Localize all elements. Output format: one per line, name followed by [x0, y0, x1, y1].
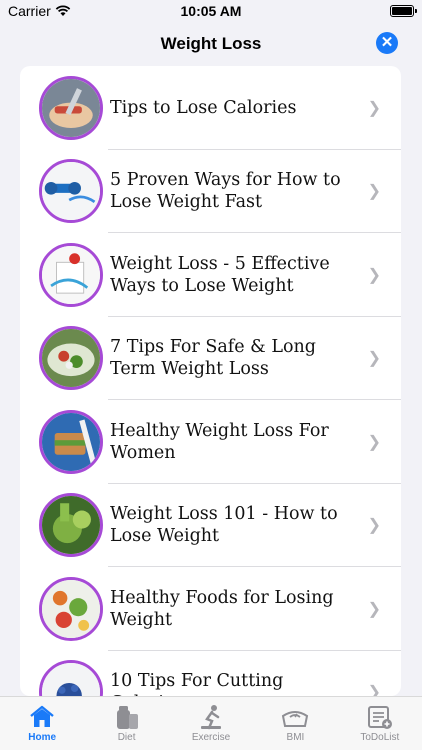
- article-thumbnail: [39, 159, 103, 224]
- article-thumbnail: [39, 493, 103, 558]
- article-title: Healthy Foods for Losing Weight: [110, 587, 334, 630]
- article-title: Weight Loss 101 - How to Lose Weight: [110, 504, 338, 547]
- page-title: Weight Loss: [160, 34, 262, 53]
- chevron-right-icon: ❯: [367, 600, 381, 618]
- navigation-bar: Weight Loss ✕: [0, 22, 422, 66]
- tab-todolist[interactable]: ToDoList: [338, 697, 422, 750]
- tab-bar: Home Diet Exercise BMI ToDoList: [0, 696, 422, 750]
- tab-label: ToDoList: [360, 732, 400, 743]
- chevron-right-icon: ❯: [367, 350, 381, 368]
- scale-icon: [282, 711, 309, 727]
- chevron-right-icon: ❯: [367, 183, 381, 201]
- article-list: Tips to Lose Calories ❯ 5 Proven Ways fo…: [20, 66, 401, 696]
- tab-home[interactable]: Home: [0, 697, 84, 750]
- article-title: 7 Tips For Safe & Long Term Weight Loss: [110, 337, 316, 380]
- article-row[interactable]: 5 Proven Ways for How to Lose Weight Fas…: [20, 150, 401, 233]
- chevron-right-icon: ❯: [367, 517, 381, 535]
- article-row[interactable]: 10 Tips For Cutting Calories ❯: [20, 651, 401, 696]
- tab-label: BMI: [286, 732, 305, 743]
- status-bar: Carrier 10:05 AM: [0, 0, 422, 22]
- home-icon: [30, 705, 54, 727]
- article-row[interactable]: Healthy Foods for Losing Weight ❯: [20, 567, 401, 651]
- article-thumbnail: [39, 75, 103, 140]
- chevron-right-icon: ❯: [367, 99, 381, 117]
- article-thumbnail: [39, 409, 103, 474]
- article-thumbnail: [39, 242, 103, 307]
- article-thumbnail: [39, 576, 103, 641]
- exercise-icon: [201, 705, 222, 730]
- article-row[interactable]: Weight Loss - 5 Effective Ways to Lose W…: [20, 233, 401, 317]
- tab-label: Home: [28, 732, 57, 743]
- tab-exercise[interactable]: Exercise: [169, 697, 253, 750]
- todo-icon: [367, 706, 392, 729]
- battery-icon: [390, 5, 417, 17]
- article-title: Tips to Lose Calories: [110, 97, 297, 118]
- article-row[interactable]: Tips to Lose Calories ❯: [20, 66, 401, 150]
- close-icon: ✕: [380, 34, 394, 51]
- article-title: 5 Proven Ways for How to Lose Weight Fas…: [110, 170, 341, 213]
- chevron-right-icon: ❯: [367, 433, 381, 451]
- article-thumbnail: [39, 326, 103, 391]
- status-time: 10:05 AM: [180, 3, 242, 19]
- article-row[interactable]: Healthy Weight Loss For Women ❯: [20, 400, 401, 484]
- article-title: Healthy Weight Loss For Women: [110, 420, 329, 463]
- chevron-right-icon: ❯: [367, 684, 381, 696]
- diet-icon: [116, 706, 138, 729]
- article-title: 10 Tips For Cutting Calories: [110, 671, 284, 696]
- article-thumbnail: [39, 660, 103, 696]
- chevron-right-icon: ❯: [367, 266, 381, 284]
- article-row[interactable]: Weight Loss 101 - How to Lose Weight ❯: [20, 484, 401, 567]
- tab-label: Exercise: [191, 732, 231, 743]
- article-row[interactable]: 7 Tips For Safe & Long Term Weight Loss …: [20, 317, 401, 400]
- tab-diet[interactable]: Diet: [84, 697, 168, 750]
- tab-label: Diet: [117, 732, 136, 743]
- article-title: Weight Loss - 5 Effective Ways to Lose W…: [110, 253, 330, 296]
- tab-bmi[interactable]: BMI: [253, 697, 337, 750]
- close-button[interactable]: ✕: [376, 32, 398, 54]
